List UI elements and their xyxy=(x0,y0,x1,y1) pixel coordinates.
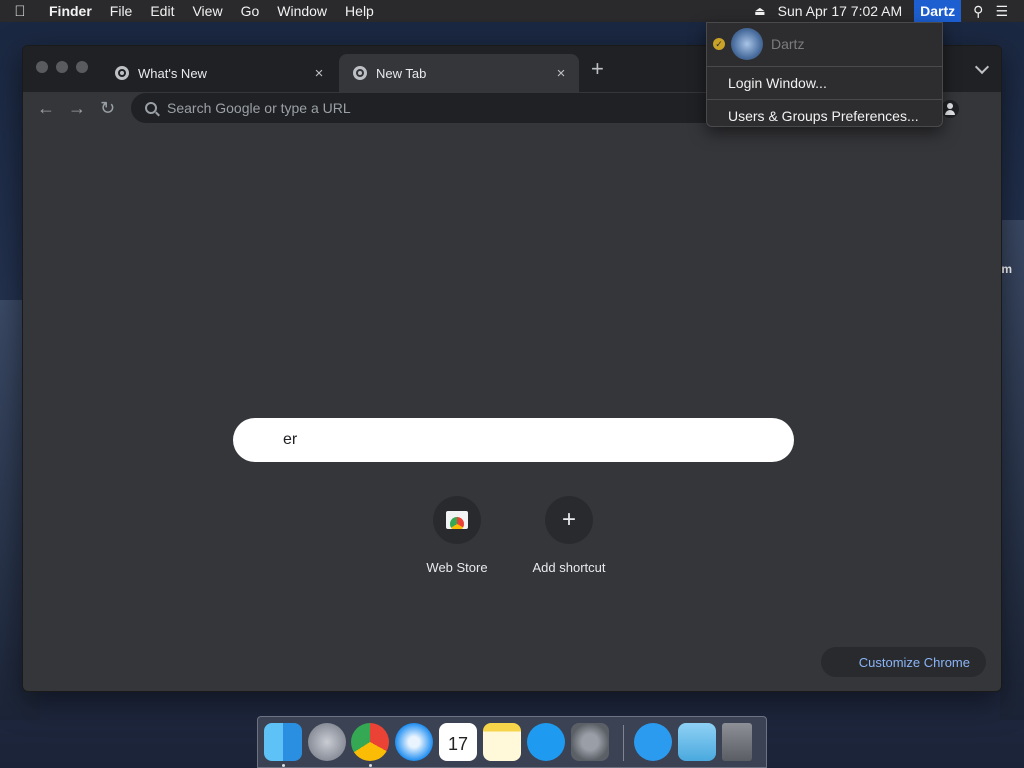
tab-title: What's New xyxy=(138,65,207,81)
menu-separator xyxy=(707,99,942,100)
chrome-window: What's New × New Tab × + ← → ↻ Search Go… xyxy=(22,45,1002,692)
tab-close-icon[interactable]: × xyxy=(309,65,329,82)
downloads-folder-icon[interactable] xyxy=(678,723,716,761)
tab-title: New Tab xyxy=(376,65,427,81)
app-store-folder-icon[interactable] xyxy=(634,723,672,761)
menu-item-login-window[interactable]: Login Window... xyxy=(707,68,942,98)
checkmark-icon: ✓ xyxy=(713,38,725,50)
notes-icon[interactable] xyxy=(483,723,521,761)
apple-menu-icon[interactable]:  xyxy=(0,3,40,20)
tab-search-chevron-icon[interactable] xyxy=(974,59,990,75)
customize-label: Customize Chrome xyxy=(858,654,970,670)
shortcut-label: Web Store xyxy=(426,560,488,575)
menu-window[interactable]: Window xyxy=(268,3,336,19)
profile-avatar-icon[interactable] xyxy=(941,100,959,118)
trash-icon[interactable] xyxy=(722,723,752,761)
new-tab-button[interactable]: + xyxy=(591,58,604,80)
chrome-favicon-icon xyxy=(115,66,129,80)
zoom-window-button[interactable] xyxy=(76,61,88,73)
finder-icon[interactable] xyxy=(264,723,302,761)
spotlight-search-icon[interactable]: ⚲ xyxy=(967,3,989,20)
desktop-wallpaper-right xyxy=(1000,220,1024,720)
menu-clock[interactable]: Sun Apr 17 7:02 AM xyxy=(772,3,909,19)
calendar-icon[interactable]: 17 xyxy=(439,723,477,761)
fast-user-switch-menu[interactable]: Dartz xyxy=(914,0,962,22)
back-arrow-icon[interactable]: ← xyxy=(37,98,55,119)
menu-extras: ⏏ Sun Apr 17 7:02 AM Dartz ⚲ ☰ xyxy=(748,0,1024,22)
tab-close-icon[interactable]: × xyxy=(551,65,571,82)
eject-icon[interactable]: ⏏ xyxy=(748,4,771,18)
menu-file[interactable]: File xyxy=(101,3,142,19)
shortcut-add[interactable]: + Add shortcut xyxy=(513,496,625,575)
shortcut-tile: + xyxy=(545,496,593,544)
customize-chrome-button[interactable]: Customize Chrome xyxy=(820,647,986,677)
fast-user-switch-dropdown: ✓ Dartz Login Window... Users & Groups P… xyxy=(706,22,943,127)
shortcut-tile xyxy=(433,496,481,544)
plus-icon: + xyxy=(561,506,576,533)
notification-center-icon[interactable]: ☰ xyxy=(989,3,1014,20)
omnibox-placeholder: Search Google or type a URL xyxy=(167,100,351,116)
chrome-icon[interactable] xyxy=(351,723,389,761)
shortcut-web-store[interactable]: Web Store xyxy=(401,496,513,575)
ntp-search-input[interactable]: er xyxy=(233,418,794,462)
shortcut-label: Add shortcut xyxy=(532,560,606,575)
web-store-icon xyxy=(446,511,468,529)
forward-arrow-icon[interactable]: → xyxy=(68,98,86,119)
search-icon xyxy=(145,102,157,114)
ntp-search-value: er xyxy=(283,431,298,448)
tab-whats-new[interactable]: What's New × xyxy=(101,54,337,92)
tab-new-tab[interactable]: New Tab × xyxy=(339,54,579,92)
menu-item-users-groups-preferences[interactable]: Users & Groups Preferences... xyxy=(707,101,942,131)
menu-help[interactable]: Help xyxy=(336,3,383,19)
current-user-row: ✓ Dartz xyxy=(707,23,942,65)
menu-separator xyxy=(707,66,942,67)
safari-icon[interactable] xyxy=(395,723,433,761)
close-window-button[interactable] xyxy=(36,61,48,73)
system-preferences-icon[interactable] xyxy=(571,723,609,761)
dock: 17 xyxy=(257,716,767,768)
menu-view[interactable]: View xyxy=(183,3,231,19)
running-indicator xyxy=(369,764,372,767)
reload-icon[interactable]: ↻ xyxy=(100,98,115,119)
omnibox[interactable]: Search Google or type a URL xyxy=(131,93,741,123)
menu-edit[interactable]: Edit xyxy=(141,3,183,19)
dock-divider xyxy=(623,725,624,761)
desktop-item-label[interactable]: m xyxy=(1001,262,1012,276)
app-store-icon[interactable] xyxy=(527,723,565,761)
launchpad-icon[interactable] xyxy=(308,723,346,761)
user-avatar xyxy=(731,28,763,60)
menu-app-finder[interactable]: Finder xyxy=(40,3,101,19)
current-user-name: Dartz xyxy=(771,36,805,52)
minimize-window-button[interactable] xyxy=(56,61,68,73)
running-indicator xyxy=(282,764,285,767)
menu-bar:  Finder File Edit View Go Window Help ⏏… xyxy=(0,0,1024,22)
menu-go[interactable]: Go xyxy=(232,3,269,19)
chrome-favicon-icon xyxy=(353,66,367,80)
